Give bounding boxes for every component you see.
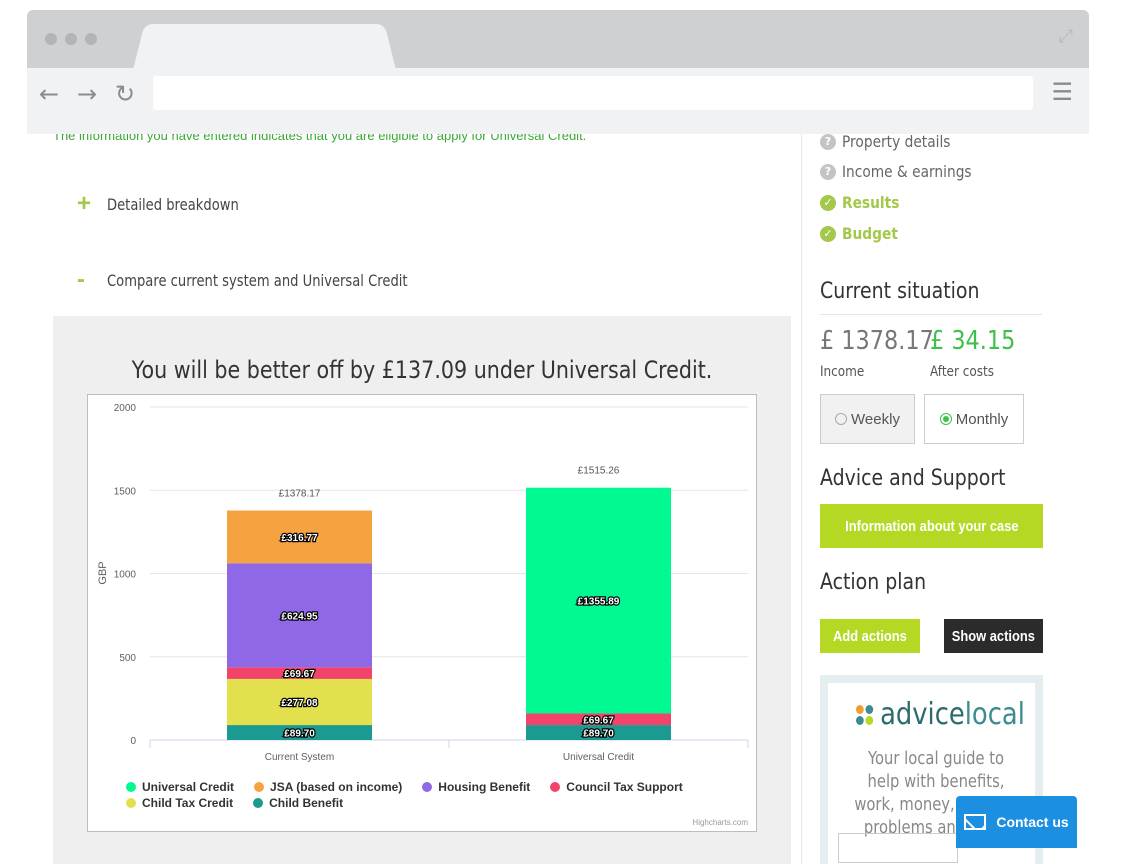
weekly-option[interactable]: Weekly (820, 394, 915, 444)
income-label: Income (820, 364, 865, 380)
legend-item[interactable]: Child Tax Credit (126, 796, 233, 810)
x-category-label: Universal Credit (563, 752, 634, 763)
data-label: £1355.89 (578, 597, 620, 608)
title-bar: ⤢ (27, 10, 1089, 68)
logo-dots-icon (856, 704, 874, 725)
compare-panel: You will be better off by £137.09 under … (53, 316, 791, 864)
divider (820, 314, 1042, 315)
total-label: £1515.26 (578, 466, 620, 477)
check-icon: ✓ (820, 225, 836, 242)
advice-support-heading: Advice and Support (820, 466, 1006, 491)
detailed-breakdown-toggle[interactable]: + Detailed breakdown (77, 190, 268, 218)
information-about-case-button[interactable]: Information about your case (820, 504, 1043, 548)
highcharts-credit[interactable]: Highcharts.com (692, 818, 748, 827)
weekly-radio[interactable] (835, 413, 848, 425)
legend-item[interactable]: Universal Credit (126, 780, 234, 794)
mail-icon (964, 814, 987, 830)
legend-label: Housing Benefit (438, 780, 531, 794)
data-label: £89.70 (583, 729, 614, 740)
step-income-earnings[interactable]: ? Income & earnings (820, 162, 993, 181)
plus-icon: + (77, 190, 92, 217)
x-category-label: Current System (265, 752, 334, 763)
monthly-radio[interactable] (939, 413, 952, 425)
data-label: £316.77 (281, 533, 318, 544)
legend-label: Council Tax Support (566, 780, 683, 794)
monthly-option[interactable]: Monthly (924, 394, 1024, 444)
step-property-details[interactable]: ? Property details (820, 134, 968, 151)
compare-title: You will be better off by £137.09 under … (131, 356, 713, 384)
data-label: £277.08 (281, 698, 318, 709)
compare-toggle[interactable]: - Compare current system and Universal C… (77, 266, 474, 294)
window-dot[interactable] (45, 33, 57, 45)
step-results[interactable]: ✓ Results (820, 193, 909, 212)
legend-dot-icon (126, 798, 136, 808)
legend-dot-icon (254, 782, 265, 792)
legend-dot-icon (253, 798, 264, 808)
legend-item[interactable]: Child Benefit (253, 796, 343, 810)
minus-icon: - (77, 266, 85, 293)
hamburger-menu-icon[interactable]: ☰ (1051, 78, 1073, 106)
page-viewport: The information you have entered indicat… (27, 134, 1070, 864)
advicelocal-logo[interactable]: advice local (856, 697, 1025, 732)
after-costs-label: After costs (930, 364, 995, 380)
current-situation-heading: Current situation (820, 279, 980, 304)
income-value: £ 1378.17 (820, 326, 934, 356)
address-bar[interactable] (153, 76, 1033, 110)
show-actions-button[interactable]: Show actions (944, 619, 1043, 653)
sidebar: ? Property details ? Income & earnings ✓… (820, 134, 1052, 864)
forward-arrow-icon[interactable]: → (77, 80, 97, 108)
browser-toolbar: ← → ↻ ☰ (27, 68, 1089, 134)
y-axis-title: GBP (97, 561, 109, 584)
compare-label: Compare current system and Universal Cre… (107, 270, 408, 290)
detailed-breakdown-label: Detailed breakdown (107, 194, 239, 214)
back-arrow-icon[interactable]: ← (39, 80, 59, 108)
chart: 0 500 1000 1500 2000 GBP £89.70 £277.08 £69.67 £6… (87, 394, 757, 832)
eligibility-message: The information you have entered indicat… (53, 134, 587, 143)
question-icon: ? (820, 163, 836, 180)
add-actions-button[interactable]: Add actions (820, 619, 920, 653)
window-dot[interactable] (65, 33, 77, 45)
legend-label: Child Tax Credit (142, 796, 234, 810)
data-label: £69.67 (284, 669, 315, 680)
contact-us-button[interactable]: Contact us (956, 796, 1077, 848)
legend-item[interactable]: JSA (based on income) (254, 780, 402, 794)
expand-icon[interactable]: ⤢ (1059, 26, 1073, 47)
y-tick-label: 0 (130, 736, 136, 747)
window-dot[interactable] (85, 33, 97, 45)
postcode-input[interactable] (838, 833, 958, 863)
y-tick-label: 1500 (114, 486, 137, 497)
y-tick-label: 500 (119, 653, 136, 664)
step-budget[interactable]: ✓ Budget (820, 224, 907, 243)
legend-label: JSA (based on income) (270, 780, 403, 794)
main-column: The information you have entered indicat… (27, 134, 802, 864)
y-tick-label: 2000 (114, 403, 137, 414)
action-plan-heading: Action plan (820, 570, 927, 595)
legend-dot-icon (422, 782, 433, 792)
question-icon: ? (820, 134, 836, 150)
data-label: £69.67 (583, 715, 614, 726)
after-costs-value: £ 34.15 (930, 326, 1016, 356)
legend-dot-icon (126, 782, 136, 792)
check-icon: ✓ (820, 194, 836, 211)
data-label: £89.70 (284, 729, 315, 740)
total-label: £1378.17 (279, 489, 321, 500)
browser-tab[interactable] (147, 24, 382, 68)
data-label: £624.95 (281, 611, 318, 622)
legend-item[interactable]: Housing Benefit (422, 780, 530, 794)
legend-item[interactable]: Council Tax Support (550, 780, 683, 794)
y-tick-label: 1000 (114, 570, 137, 581)
chart-legend: Universal Credit JSA (based on income) Hou… (126, 780, 746, 810)
legend-dot-icon (550, 782, 561, 792)
reload-icon[interactable]: ↻ (115, 80, 135, 108)
legend-label: Child Benefit (269, 796, 344, 810)
legend-label: Universal Credit (142, 780, 235, 794)
chart-svg: 0 500 1000 1500 2000 GBP £89.70 £277.08 £69.67 £6… (97, 403, 749, 763)
